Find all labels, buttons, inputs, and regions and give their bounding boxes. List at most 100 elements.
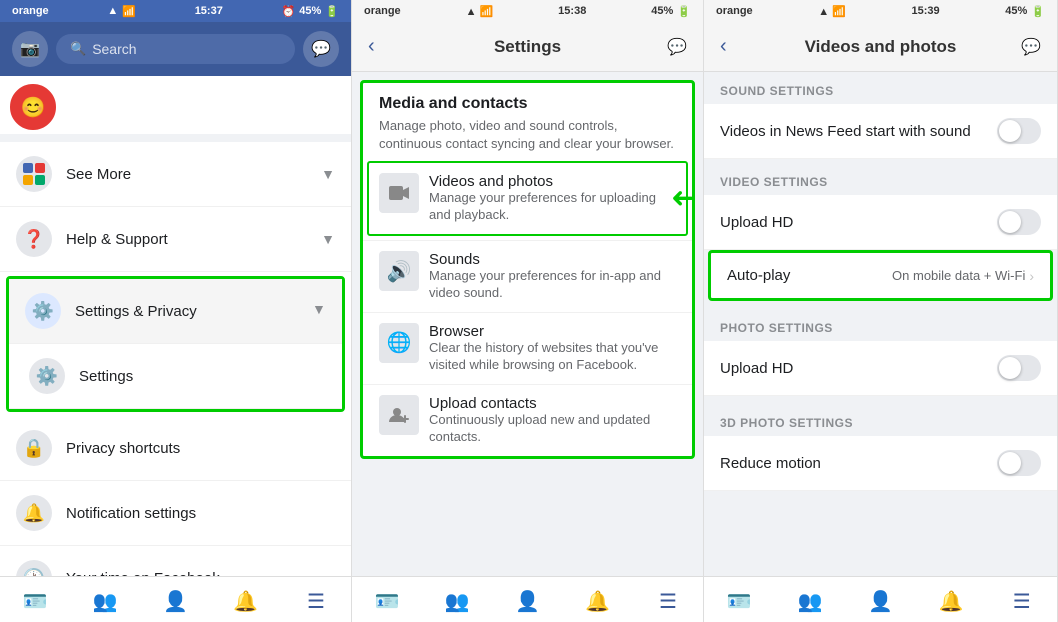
browser-desc: Clear the history of websites that you'v… (429, 340, 676, 374)
search-bar[interactable]: 🔍 Search (56, 34, 295, 64)
menu-item-see-more[interactable]: See More ▼ (0, 142, 351, 207)
nav-friends-p2[interactable]: 👥 (422, 585, 492, 618)
video-settings-label: VIDEO SETTINGS (704, 163, 1057, 195)
upload-hd-photo-toggle[interactable] (997, 355, 1041, 381)
news-feed-sound-label: Videos in News Feed start with sound (720, 123, 997, 140)
wifi-icon-p3: ▲ 📶 (818, 5, 846, 18)
nav-friends[interactable]: 👥 (70, 585, 140, 618)
upload-contacts-text: Upload contacts Continuously upload new … (429, 395, 676, 446)
upload-contacts-item[interactable]: Upload contacts Continuously upload new … (363, 384, 692, 456)
time-panel1: 15:37 (195, 5, 223, 17)
stories-row: 😊 (0, 76, 351, 134)
nav-card[interactable]: 🪪 (0, 585, 70, 618)
panel1-content: 😊 See More ▼ ❓ Help & Support ▼ (0, 76, 351, 576)
settings-label: Settings (79, 368, 326, 385)
settings-privacy-section: ⚙️ Settings & Privacy ▲ ⚙️ Settings (6, 276, 345, 412)
nav-menu-p3[interactable]: ☰ (986, 585, 1057, 618)
see-more-icon (16, 156, 52, 192)
wifi-icon-p2: ▲ 📶 (466, 5, 494, 18)
reduce-motion-row: Reduce motion (704, 436, 1057, 491)
settings-privacy-label: Settings & Privacy (75, 303, 312, 320)
back-button[interactable]: ‹ (368, 35, 375, 58)
messenger-icon-p2[interactable]: 💬 (667, 37, 687, 57)
nav-bell[interactable]: 🔔 (211, 585, 281, 618)
battery-panel2: 45% (651, 5, 673, 17)
browser-item[interactable]: 🌐 Browser Clear the history of websites … (363, 312, 692, 384)
sounds-icon: 🔊 (379, 251, 419, 291)
messenger-button[interactable]: 💬 (303, 31, 339, 67)
back-button-p3[interactable]: ‹ (720, 35, 727, 58)
bottom-nav-panel1: 🪪 👥 👤 🔔 ☰ (0, 576, 351, 622)
camera-button[interactable]: 📷 (12, 31, 48, 67)
autoplay-row[interactable]: Auto-play On mobile data + Wi-Fi › ➜ (708, 250, 1053, 301)
nav-menu[interactable]: ☰ (281, 585, 351, 618)
news-feed-sound-toggle[interactable] (997, 118, 1041, 144)
nav-profile-p2[interactable]: 👤 (492, 585, 562, 618)
autoplay-chevron: › (1029, 268, 1034, 284)
carrier-panel1: orange (12, 5, 49, 17)
menu-item-time[interactable]: 🕐 Your time on Facebook (0, 546, 351, 576)
nav-bell-p2[interactable]: 🔔 (563, 585, 633, 618)
status-bar-panel2: orange ▲ 📶 15:38 45% 🔋 (352, 0, 703, 22)
nav-profile[interactable]: 👤 (140, 585, 210, 618)
sounds-title: Sounds (429, 251, 676, 268)
battery-icon-p2: 🔋 (677, 5, 691, 18)
photo3d-settings-group: 3D PHOTO SETTINGS Reduce motion (704, 404, 1057, 491)
upload-contacts-title: Upload contacts (429, 395, 676, 412)
notifications-label: Notification settings (66, 505, 335, 522)
sounds-item[interactable]: 🔊 Sounds Manage your preferences for in-… (363, 240, 692, 312)
sound-settings-group: SOUND SETTINGS Videos in News Feed start… (704, 72, 1057, 159)
settings-header: ‹ Settings 💬 (352, 22, 703, 72)
messenger-icon-p3[interactable]: 💬 (1021, 37, 1041, 57)
videos-photos-desc: Manage your preferences for uploading an… (429, 190, 676, 224)
menu-item-notifications[interactable]: 🔔 Notification settings (0, 481, 351, 546)
sound-settings-label: SOUND SETTINGS (704, 72, 1057, 104)
video-settings-group: VIDEO SETTINGS Upload HD Auto-play On mo… (704, 163, 1057, 301)
reduce-motion-toggle[interactable] (997, 450, 1041, 476)
nav-card-p3[interactable]: 🪪 (704, 585, 775, 618)
search-icon: 🔍 (70, 41, 86, 57)
reduce-motion-label: Reduce motion (720, 455, 997, 472)
story-avatar-1[interactable]: 😊 (10, 84, 56, 130)
autoplay-label: Auto-play (727, 267, 892, 284)
search-label: Search (92, 41, 136, 57)
nav-bell-p3[interactable]: 🔔 (916, 585, 987, 618)
carrier-panel3: orange (716, 5, 753, 17)
media-section-header: Media and contacts Manage photo, video a… (363, 83, 692, 157)
privacy-label: Privacy shortcuts (66, 440, 335, 457)
browser-icon: 🌐 (379, 323, 419, 363)
menu-item-privacy[interactable]: 🔒 Privacy shortcuts (0, 416, 351, 481)
menu-item-help[interactable]: ❓ Help & Support ▼ (0, 207, 351, 272)
panel-settings: orange ▲ 📶 15:38 45% 🔋 ‹ Settings 💬 Medi… (352, 0, 704, 622)
battery-panel1: 45% (299, 5, 321, 17)
nav-card-p2[interactable]: 🪪 (352, 585, 422, 618)
time-panel3: 15:39 (912, 5, 940, 17)
wifi-icon: ▲ (107, 5, 118, 17)
nav-menu-p2[interactable]: ☰ (633, 585, 703, 618)
videos-photos-icon (379, 173, 419, 213)
menu-item-settings[interactable]: ⚙️ Settings (9, 344, 342, 409)
settings-privacy-icon: ⚙️ (25, 293, 61, 329)
upload-hd-video-row: Upload HD (704, 195, 1057, 250)
settings-privacy-chevron: ▲ (312, 303, 326, 319)
browser-title: Browser (429, 323, 676, 340)
privacy-icon: 🔒 (16, 430, 52, 466)
bottom-nav-panel2: 🪪 👥 👤 🔔 ☰ (352, 576, 703, 622)
help-icon: ❓ (16, 221, 52, 257)
sounds-text: Sounds Manage your preferences for in-ap… (429, 251, 676, 302)
settings-icon: ⚙️ (29, 358, 65, 394)
upload-hd-video-label: Upload HD (720, 214, 997, 231)
media-contacts-section: Media and contacts Manage photo, video a… (360, 80, 695, 459)
carrier-panel2: orange (364, 5, 401, 17)
videos-photos-item[interactable]: Videos and photos Manage your preference… (367, 161, 688, 236)
upload-hd-video-toggle[interactable] (997, 209, 1041, 235)
nav-friends-p3[interactable]: 👥 (775, 585, 846, 618)
upload-hd-photo-label: Upload HD (720, 360, 997, 377)
menu-item-settings-privacy[interactable]: ⚙️ Settings & Privacy ▲ (9, 279, 342, 344)
media-title: Media and contacts (379, 95, 676, 113)
battery-panel3: 45% (1005, 5, 1027, 17)
nav-profile-p3[interactable]: 👤 (845, 585, 916, 618)
news-feed-sound-row: Videos in News Feed start with sound (704, 104, 1057, 159)
alarm-icon: ⏰ (282, 5, 296, 18)
photo3d-settings-label: 3D PHOTO SETTINGS (704, 404, 1057, 436)
